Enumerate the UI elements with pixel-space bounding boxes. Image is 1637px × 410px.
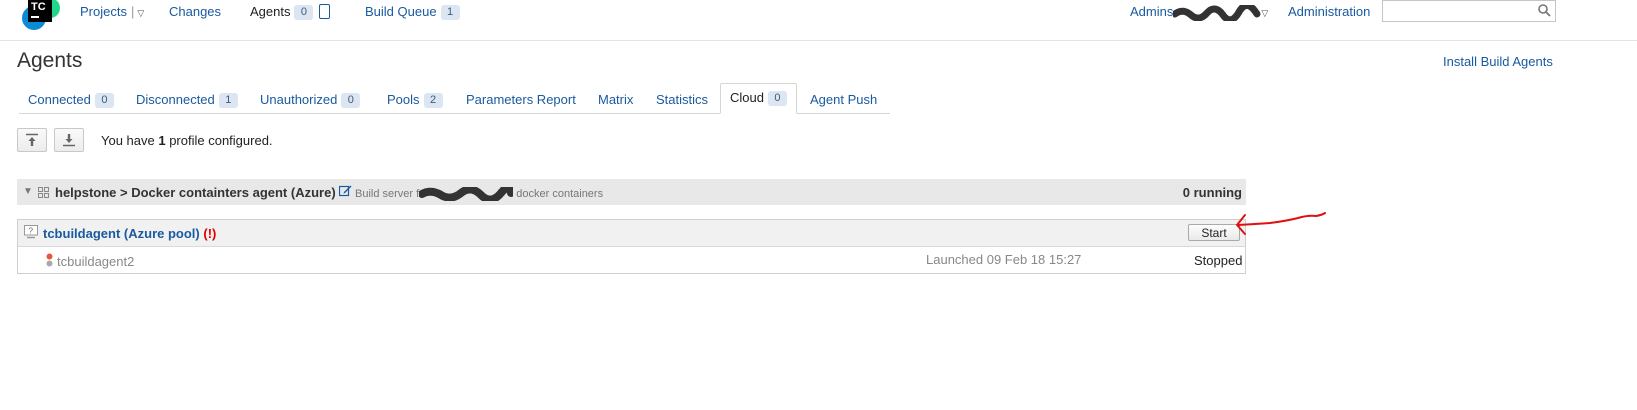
description-start: Build server f: [355, 187, 420, 200]
tab-pools[interactable]: Pools 2: [387, 92, 443, 108]
tab-label[interactable]: Agent Push: [810, 92, 877, 107]
nav-changes-label[interactable]: Changes: [169, 4, 221, 19]
tab-count-badge: 1: [218, 93, 238, 108]
agent-image-name: tcbuildagent (Azure pool) (!): [43, 226, 216, 241]
nav-projects[interactable]: Projects | ▽: [80, 4, 144, 21]
edit-icon[interactable]: [339, 184, 352, 197]
cloud-profile-title: helpstone > Docker containters agent (Az…: [55, 185, 336, 200]
chevron-down-icon[interactable]: ▽: [1261, 8, 1268, 18]
search-icon[interactable]: [1538, 4, 1551, 17]
tab-label[interactable]: Cloud: [730, 90, 764, 105]
nav-build-queue-label[interactable]: Build Queue: [365, 4, 437, 19]
tab-label[interactable]: Disconnected: [136, 92, 215, 107]
instance-status: Stopped: [1194, 253, 1243, 268]
svg-text:TC: TC: [31, 1, 46, 13]
svg-text:?: ?: [29, 227, 34, 236]
agent-image-header: ? tcbuildagent (Azure pool) (!) Start: [18, 220, 1245, 247]
instance-launched: Launched 09 Feb 18 15:27: [926, 252, 1082, 267]
redaction-scribble: [1173, 4, 1261, 21]
cloud-profile-grid-icon: [38, 187, 49, 198]
expand-all-button[interactable]: [17, 128, 47, 152]
nav-administration-label[interactable]: Administration: [1288, 4, 1370, 19]
agent-warning[interactable]: (!): [203, 226, 216, 241]
tab-statistics[interactable]: Statistics: [656, 92, 708, 107]
nav-projects-label[interactable]: Projects: [80, 4, 127, 19]
collapse-up-icon: [26, 133, 38, 146]
user-name[interactable]: Admins: [1130, 4, 1173, 19]
table-row: tcbuildagent2 Launched 09 Feb 18 15:27 S…: [18, 247, 1245, 273]
nav-agents[interactable]: Agents 0: [250, 4, 331, 20]
collapse-all-button[interactable]: [54, 128, 84, 152]
agents-tabs: Connected 0 Disconnected 1 Unauthorized 0 P…: [19, 83, 890, 114]
agent-image-link[interactable]: tcbuildagent: [43, 226, 120, 241]
tab-cloud[interactable]: Cloud 0: [720, 83, 797, 114]
tab-parameters-report[interactable]: Parameters Report: [466, 92, 576, 107]
tab-label[interactable]: Statistics: [656, 92, 708, 107]
description-end: docker containers: [516, 187, 604, 200]
user-menu[interactable]: Admins ▽: [1130, 4, 1268, 21]
tab-label[interactable]: Unauthorized: [260, 92, 337, 107]
tab-label[interactable]: Connected: [28, 92, 91, 107]
tab-count-badge: 0: [94, 93, 114, 108]
nav-build-queue[interactable]: Build Queue 1: [365, 4, 460, 20]
tab-label[interactable]: Pools: [387, 92, 420, 107]
download-icon: [63, 134, 75, 147]
start-button[interactable]: Start: [1188, 224, 1240, 241]
nav-separator: |: [130, 4, 135, 19]
agent-pool-link[interactable]: (Azure pool): [124, 226, 200, 241]
tab-matrix[interactable]: Matrix: [598, 92, 633, 107]
search-input[interactable]: [1382, 0, 1556, 22]
redaction-scribble: [419, 187, 514, 201]
nav-agents-label[interactable]: Agents: [250, 4, 290, 19]
profile-summary-prefix: You have: [101, 133, 159, 148]
page-title: Agents: [17, 49, 83, 72]
nav-changes[interactable]: Changes: [169, 4, 221, 20]
tab-label[interactable]: Matrix: [598, 92, 633, 107]
nav-administration[interactable]: Administration: [1288, 4, 1370, 20]
top-navigation-bar: TC Projects | ▽ Changes Agents 0 Build Queu…: [0, 0, 1637, 41]
tab-count-badge: 0: [767, 91, 787, 106]
tab-unauthorized[interactable]: Unauthorized 0: [260, 92, 361, 108]
profile-summary: You have 1 profile configured.: [101, 133, 273, 148]
tab-disconnected[interactable]: Disconnected 1: [136, 92, 238, 108]
agents-count-badge: 0: [294, 5, 314, 20]
instance-status-icon: [46, 253, 53, 267]
instance-name: tcbuildagent2: [57, 254, 135, 269]
teamcity-logo[interactable]: TC: [20, 0, 60, 30]
agent-device-icon: [319, 4, 331, 19]
cloud-profile-header[interactable]: ▼ helpstone > Docker containters agent (…: [17, 179, 1246, 205]
tab-connected[interactable]: Connected 0: [28, 92, 114, 108]
install-build-agents-link[interactable]: Install Build Agents: [1443, 54, 1553, 69]
unknown-agent-icon: ?: [24, 225, 38, 239]
cloud-profile-description: Build server f docker containers: [355, 187, 603, 201]
tab-count-badge: 0: [341, 93, 361, 108]
agent-image-table: ? tcbuildagent (Azure pool) (!) Start tc…: [17, 219, 1246, 274]
chevron-down-icon[interactable]: ▽: [137, 8, 144, 18]
expand-triangle-icon[interactable]: ▼: [23, 186, 33, 197]
profile-count: 1: [158, 133, 166, 148]
tab-agent-push[interactable]: Agent Push: [810, 92, 877, 107]
tab-label[interactable]: Parameters Report: [466, 92, 576, 107]
build-queue-count-badge: 1: [440, 5, 460, 20]
running-count: 0 running: [1182, 185, 1242, 200]
annotation-arrow: [1236, 212, 1326, 235]
tab-count-badge: 2: [423, 93, 443, 108]
profile-summary-suffix: profile configured.: [165, 133, 273, 148]
